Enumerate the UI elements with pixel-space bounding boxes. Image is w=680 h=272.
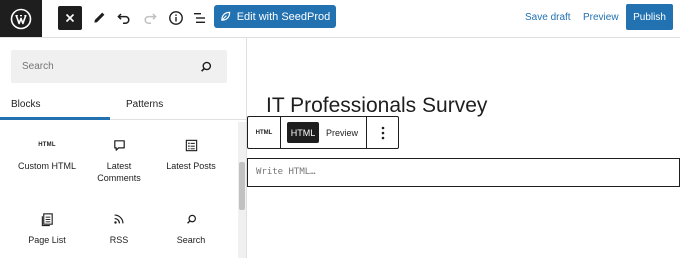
tab-blocks[interactable]: Blocks: [0, 89, 110, 120]
undo-button[interactable]: [112, 6, 136, 30]
block-inserter-panel: Blocks Patterns HTML Custom HTML Latest …: [0, 38, 247, 258]
block-label: Latest Comments: [97, 161, 141, 183]
redo-button[interactable]: [138, 6, 162, 30]
search-icon: [154, 208, 228, 230]
info-icon: [169, 11, 183, 25]
rss-icon: [82, 208, 156, 230]
block-latest-posts[interactable]: Latest Posts: [154, 134, 228, 198]
block-search: [11, 50, 227, 83]
block-rss[interactable]: RSS: [82, 208, 156, 272]
block-page-list[interactable]: Page List: [10, 208, 84, 272]
block-label: Custom HTML: [17, 161, 76, 171]
search-icon: [201, 61, 212, 72]
close-inserter-button[interactable]: [58, 6, 82, 30]
page-list-icon: [10, 208, 84, 230]
more-options-button[interactable]: [366, 117, 399, 148]
block-search[interactable]: Search: [154, 208, 228, 272]
tab-patterns[interactable]: Patterns: [126, 89, 236, 119]
list-view-icon: [194, 13, 205, 23]
html-icon: HTML: [10, 134, 84, 156]
block-toolbar: HTML HTML Preview: [247, 116, 399, 149]
block-search-input[interactable]: [11, 50, 212, 83]
undo-icon: [117, 13, 130, 24]
editor-canvas: IT Professionals Survey HTML HTML Previe…: [247, 38, 680, 258]
html-mode-button[interactable]: HTML: [287, 122, 319, 143]
preview-mode-button[interactable]: Preview: [324, 122, 360, 143]
edit-with-seedprod-button[interactable]: Edit with SeedProd: [214, 5, 336, 28]
posts-list-icon: [154, 134, 228, 156]
post-title[interactable]: IT Professionals Survey: [266, 94, 487, 118]
pencil-icon: [94, 12, 105, 23]
wordpress-icon: [10, 8, 32, 29]
block-label: RSS: [109, 235, 129, 245]
block-label: Latest Posts: [166, 161, 216, 171]
editor-top-toolbar: Edit with SeedProd Save draft Preview Pu…: [0, 0, 680, 38]
speech-bubble-icon: [82, 134, 156, 156]
details-button[interactable]: [164, 6, 188, 30]
block-type-html-icon[interactable]: HTML: [248, 117, 281, 148]
save-draft-button[interactable]: Save draft: [525, 12, 571, 23]
preview-button[interactable]: Preview: [583, 12, 619, 23]
scrollbar-thumb[interactable]: [239, 162, 245, 210]
inserter-tabs: Blocks Patterns: [0, 89, 246, 120]
html-code-input[interactable]: [248, 159, 679, 186]
tools-button[interactable]: [87, 6, 111, 30]
list-view-button[interactable]: [188, 6, 212, 30]
html-icon-text: HTML: [38, 142, 56, 148]
publish-button[interactable]: Publish: [626, 4, 673, 30]
seedprod-button-label: Edit with SeedProd: [236, 10, 331, 23]
block-label: Page List: [28, 235, 66, 245]
block-label: Search: [176, 235, 206, 245]
custom-html-block: [247, 158, 680, 187]
wordpress-logo-button[interactable]: [0, 0, 42, 37]
block-custom-html[interactable]: HTML Custom HTML: [10, 134, 84, 198]
seedprod-leaf-icon: [220, 11, 230, 21]
close-icon: [65, 13, 75, 23]
block-latest-comments[interactable]: Latest Comments: [82, 134, 156, 198]
redo-icon: [144, 13, 157, 24]
vertical-ellipsis-icon: [381, 126, 385, 139]
